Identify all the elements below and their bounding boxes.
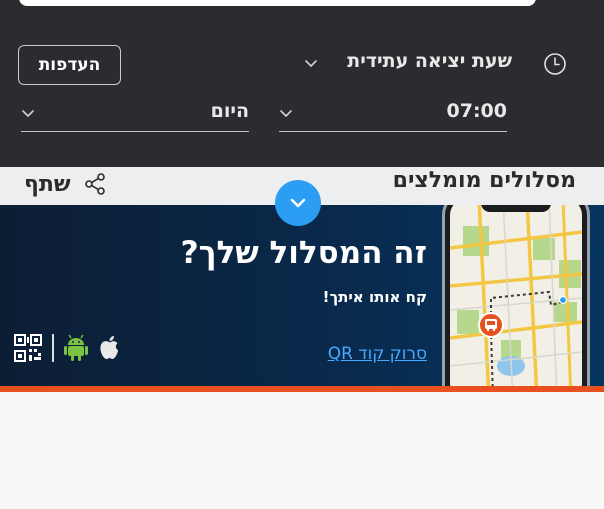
recommended-routes-title: מסלולים מומלצים [392,168,576,193]
search-input[interactable] [19,0,536,6]
phone-map-illustration [442,205,590,386]
promo-title: זה המסלול שלך? [180,235,427,271]
clock-icon [544,53,566,75]
chevron-down-icon [22,110,34,117]
preferences-button[interactable]: העדפות [18,45,121,85]
share-label: שתף [24,171,71,197]
scan-qr-link[interactable]: סרוק קוד QR [328,344,427,364]
chevron-down-icon [280,110,292,117]
departure-mode-label: שעת יציאה עתידית [347,50,512,72]
promo-subtitle: קח אותו איתך! [322,288,427,306]
day-value: היום [210,100,249,122]
chevron-down-icon [290,198,306,208]
app-store-icons [14,333,120,363]
collapse-button[interactable] [275,180,321,226]
apple-icon[interactable] [98,335,120,361]
time-select[interactable]: 07:00 [279,96,507,132]
day-select[interactable]: היום [21,96,249,132]
departure-mode-select[interactable]: שעת יציאה עתידית [300,48,512,78]
qr-code-icon[interactable] [14,334,42,362]
app-promo-banner: זה המסלול שלך? קח אותו איתך! סרוק קוד QR [0,205,604,386]
store-icons-divider [52,334,54,362]
share-icon [84,173,105,195]
chevron-down-icon [305,60,317,67]
share-button[interactable]: שתף [24,168,107,200]
trip-options-panel: שעת יציאה עתידית העדפות 07:00 היום [0,0,604,167]
time-value: 07:00 [446,100,507,122]
routes-list-area [0,392,604,509]
android-icon[interactable] [63,334,88,362]
